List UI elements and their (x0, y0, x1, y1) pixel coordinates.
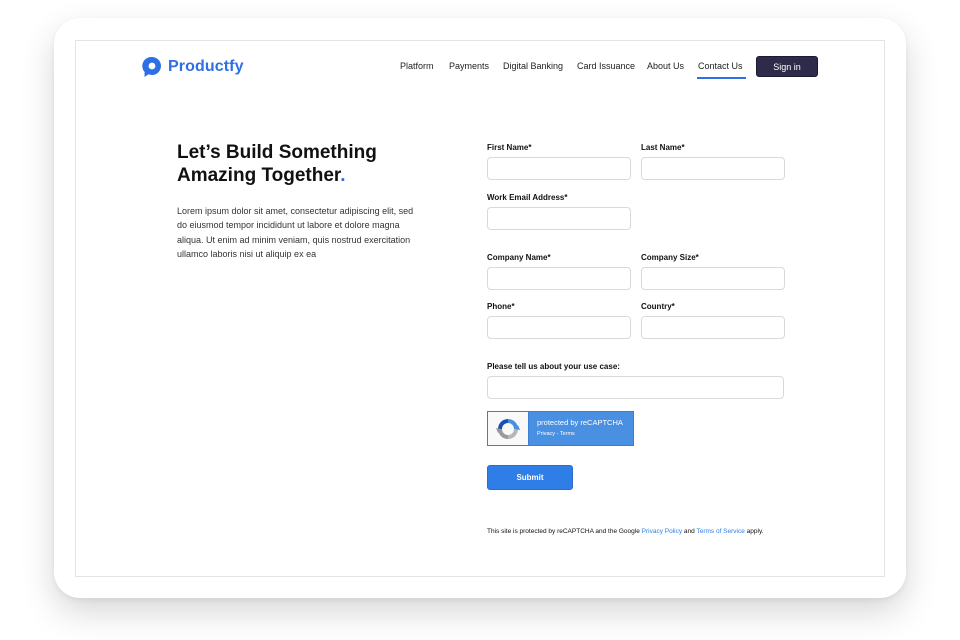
recaptcha-icon (496, 418, 520, 439)
page-headline: Let’s Build Something Amazing Together. (177, 141, 437, 187)
recaptcha-logo (488, 412, 529, 445)
headline-line-2: Amazing Together (177, 165, 341, 186)
last-name-input[interactable] (641, 157, 785, 180)
nav-item-contact-us[interactable]: Contact Us (697, 61, 746, 79)
browser-viewport: Productfy Platform Payments Digital Bank… (75, 40, 885, 577)
submit-button[interactable]: Submit (487, 465, 573, 490)
headline-accent-dot: . (340, 165, 346, 186)
phone-label: Phone* (487, 302, 515, 311)
nav-item-about-us[interactable]: About Us (647, 61, 684, 71)
recaptcha-links[interactable]: Privacy - Terms (537, 431, 623, 437)
recaptcha-text: protected by reCAPTCHA Privacy - Terms (529, 412, 623, 445)
nav-item-card-issuance[interactable]: Card Issuance (577, 61, 635, 71)
company-name-label: Company Name* (487, 253, 551, 262)
recaptcha-badge[interactable]: protected by reCAPTCHA Privacy - Terms (487, 411, 634, 446)
recaptcha-legal-notice: This site is protected by reCAPTCHA and … (487, 528, 764, 535)
use-case-label: Please tell us about your use case: (487, 362, 620, 371)
company-name-input[interactable] (487, 267, 631, 290)
work-email-label: Work Email Address* (487, 193, 568, 202)
nav-item-digital-banking[interactable]: Digital Banking (503, 61, 563, 71)
company-size-label: Company Size* (641, 253, 699, 262)
phone-input[interactable] (487, 316, 631, 339)
company-size-input[interactable] (641, 267, 785, 290)
recaptcha-title: protected by reCAPTCHA (537, 418, 623, 427)
intro-paragraph: Lorem ipsum dolor sit amet, consectetur … (177, 206, 414, 259)
headline-line-1: Let’s Build Something (177, 142, 377, 163)
first-name-input[interactable] (487, 157, 631, 180)
work-email-input[interactable] (487, 207, 631, 230)
first-name-label: First Name* (487, 143, 532, 152)
nav-item-payments[interactable]: Payments (449, 61, 489, 71)
last-name-label: Last Name* (641, 143, 685, 152)
country-input[interactable] (641, 316, 785, 339)
terms-of-service-link[interactable]: Terms of Service (696, 528, 744, 535)
privacy-policy-link[interactable]: Privacy Policy (642, 528, 682, 535)
legal-suffix: apply. (744, 528, 764, 535)
sign-in-button[interactable]: Sign in (756, 56, 818, 77)
legal-and: and (682, 528, 697, 535)
nav-item-platform[interactable]: Platform (400, 61, 434, 71)
country-label: Country* (641, 302, 675, 311)
use-case-input[interactable] (487, 376, 784, 399)
legal-prefix: This site is protected by reCAPTCHA and … (487, 528, 642, 535)
